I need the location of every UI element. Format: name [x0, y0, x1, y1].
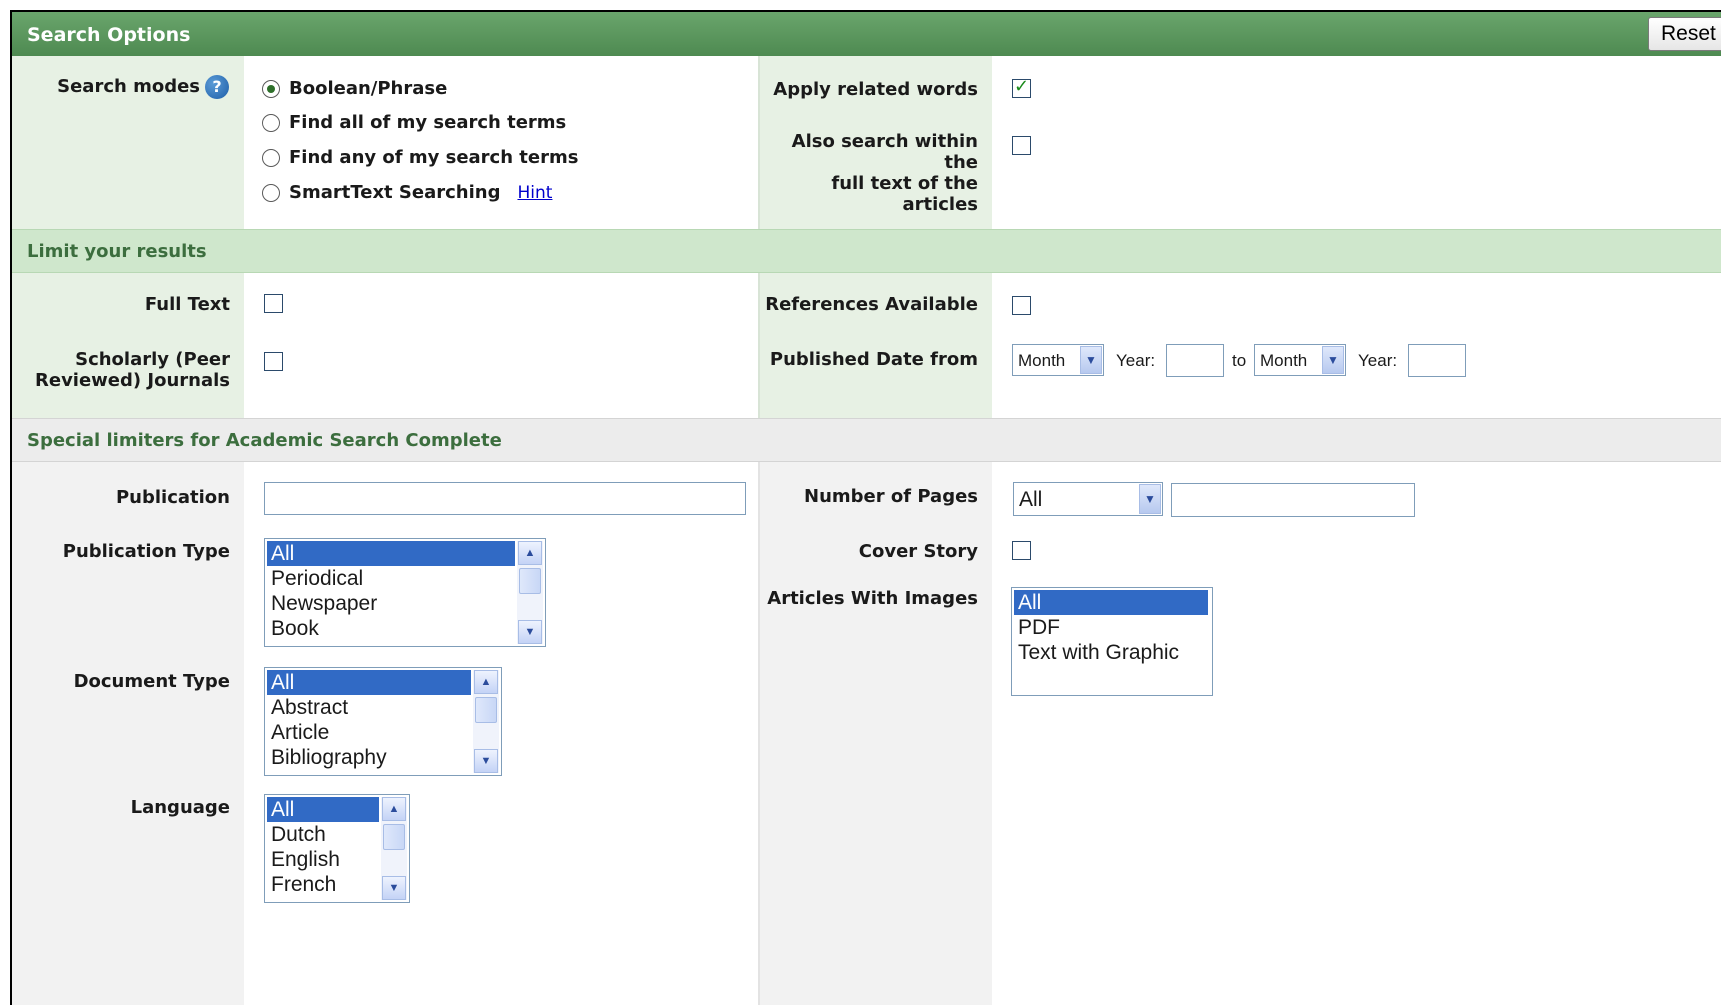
search-modes-row: Search modes ? Boolean/Phrase Find all o… [12, 56, 1721, 229]
search-options-panel: Search Options Reset Search modes ? Bool… [10, 10, 1721, 1005]
publication-type-listbox[interactable]: All Periodical Newspaper Book ▲ ▼ [264, 538, 546, 647]
list-item[interactable]: PDF [1014, 615, 1208, 640]
to-year-label: Year: [1358, 351, 1398, 370]
cover-story-label: Cover Story [858, 541, 978, 562]
search-mode-smarttext[interactable]: SmartText Searching Hint [262, 182, 552, 203]
special-limiters-band: Special limiters for Academic Search Com… [12, 418, 1721, 462]
chevron-down-icon[interactable]: ▼ [1080, 346, 1102, 374]
document-type-label: Document Type [73, 671, 230, 692]
list-item[interactable]: All [267, 797, 379, 822]
scroll-thumb[interactable] [519, 568, 541, 594]
search-mode-find-any[interactable]: Find any of my search terms [262, 147, 578, 168]
radio-button[interactable] [262, 113, 280, 132]
scrollbar[interactable]: ▲ ▼ [381, 797, 407, 900]
list-item[interactable]: Abstract [267, 695, 471, 720]
list-item[interactable]: Article [267, 720, 471, 745]
number-of-pages-label: Number of Pages [804, 486, 978, 507]
reset-button[interactable]: Reset [1648, 17, 1721, 51]
apply-related-words-label: Apply related words [773, 79, 978, 100]
scroll-down-icon[interactable]: ▼ [518, 620, 542, 644]
list-item[interactable]: English [267, 847, 379, 872]
list-item[interactable]: Dutch [267, 822, 379, 847]
chevron-down-icon[interactable]: ▼ [1322, 346, 1344, 374]
search-options-title: Search Options [27, 24, 191, 46]
articles-with-images-listbox[interactable]: All PDF Text with Graphic [1011, 587, 1213, 696]
special-limiters-title: Special limiters for Academic Search Com… [27, 430, 502, 451]
list-item[interactable]: Text with Graphic [1014, 640, 1208, 665]
limit-results-band: Limit your results [12, 229, 1721, 273]
number-of-pages-select[interactable]: All ▼ [1013, 482, 1163, 516]
list-item[interactable]: Newspaper [267, 591, 515, 616]
scroll-thumb[interactable] [383, 824, 405, 850]
radio-button[interactable] [262, 79, 280, 98]
list-item[interactable]: Bibliography [267, 745, 471, 770]
scroll-thumb[interactable] [475, 697, 497, 723]
search-modes-label: Search modes [57, 76, 200, 97]
apply-related-words-checkbox[interactable] [1012, 76, 1031, 98]
published-date-label: Published Date from [769, 349, 978, 370]
scholarly-checkbox[interactable] [264, 352, 283, 371]
search-mode-find-all[interactable]: Find all of my search terms [262, 112, 566, 133]
cover-story-checkbox[interactable] [1012, 541, 1031, 560]
publication-type-label: Publication Type [62, 541, 230, 562]
scroll-up-icon[interactable]: ▲ [382, 797, 406, 821]
scroll-up-icon[interactable]: ▲ [518, 541, 542, 565]
publication-input[interactable] [264, 482, 746, 515]
full-text-search-label: Also search within the full text of the … [791, 131, 978, 215]
chevron-down-icon[interactable]: ▼ [1139, 484, 1161, 514]
scroll-up-icon[interactable]: ▲ [474, 670, 498, 694]
special-limiters-row: Publication Publication Type Document Ty… [12, 462, 1721, 1005]
scroll-down-icon[interactable]: ▼ [474, 749, 498, 773]
hint-link[interactable]: Hint [517, 183, 552, 203]
limit-results-row: Full Text Scholarly (Peer Reviewed) Jour… [12, 273, 1721, 418]
articles-with-images-label: Articles With Images [767, 588, 978, 609]
language-label: Language [130, 797, 230, 818]
to-year-input[interactable] [1408, 344, 1466, 377]
radio-button[interactable] [262, 183, 280, 202]
search-options-header: Search Options Reset [12, 12, 1721, 56]
scrollbar[interactable]: ▲ ▼ [473, 670, 499, 773]
list-item[interactable]: French [267, 872, 379, 897]
language-listbox[interactable]: All Dutch English French ▲ ▼ [264, 794, 410, 903]
scholarly-label: Scholarly (Peer Reviewed) Journals [35, 349, 230, 391]
list-item[interactable]: All [267, 541, 515, 566]
limit-results-title: Limit your results [27, 241, 207, 262]
from-year-input[interactable] [1166, 344, 1224, 377]
list-item[interactable]: All [267, 670, 471, 695]
search-mode-boolean[interactable]: Boolean/Phrase [262, 78, 447, 99]
from-year-label: Year: [1116, 351, 1156, 370]
list-item[interactable]: Book [267, 616, 515, 641]
question-mark-icon[interactable]: ? [205, 75, 229, 99]
to-label: to [1232, 351, 1247, 370]
full-text-search-checkbox[interactable] [1012, 136, 1031, 155]
publication-label: Publication [115, 487, 230, 508]
radio-button[interactable] [262, 148, 280, 167]
references-available-label: References Available [765, 294, 978, 315]
full-text-label: Full Text [144, 294, 230, 315]
number-of-pages-input[interactable] [1171, 483, 1415, 517]
from-month-select[interactable]: Month ▼ [1012, 344, 1104, 376]
list-item[interactable]: All [1014, 590, 1208, 615]
document-type-listbox[interactable]: All Abstract Article Bibliography ▲ ▼ [264, 667, 502, 776]
full-text-checkbox[interactable] [264, 294, 283, 313]
to-month-select[interactable]: Month ▼ [1254, 344, 1346, 376]
list-item[interactable]: Periodical [267, 566, 515, 591]
scrollbar[interactable]: ▲ ▼ [517, 541, 543, 644]
references-available-checkbox[interactable] [1012, 296, 1031, 315]
scroll-down-icon[interactable]: ▼ [382, 876, 406, 900]
